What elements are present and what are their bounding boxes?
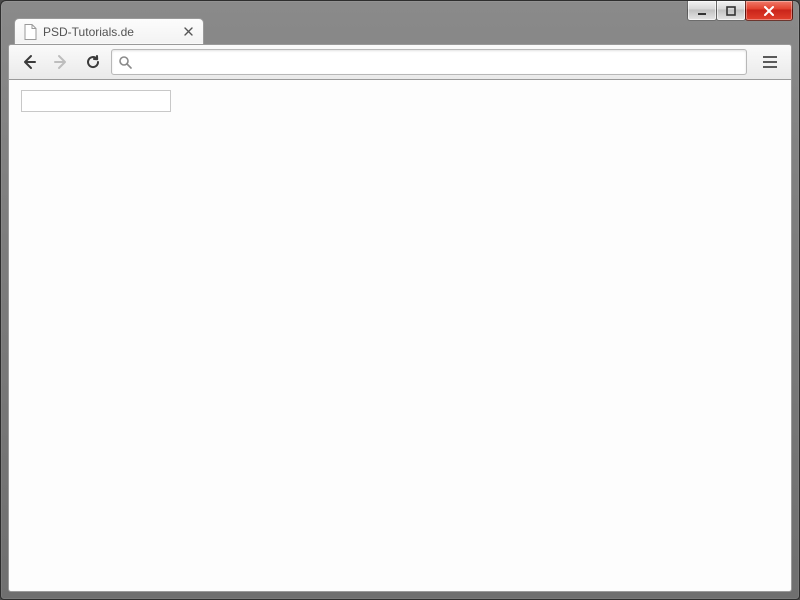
address-input[interactable] [138, 55, 740, 70]
tab-close-button[interactable] [181, 25, 195, 39]
tab-title: PSD-Tutorials.de [43, 25, 175, 39]
back-button[interactable] [15, 48, 43, 76]
reload-icon [85, 54, 101, 70]
maximize-icon [726, 6, 736, 16]
tab-active[interactable]: PSD-Tutorials.de [14, 18, 204, 44]
hamburger-icon [762, 55, 778, 69]
menu-button[interactable] [755, 48, 785, 76]
forward-button[interactable] [47, 48, 75, 76]
minimize-icon [697, 6, 707, 16]
toolbar [8, 44, 792, 80]
tab-strip: PSD-Tutorials.de [8, 18, 792, 44]
browser-window: PSD-Tutorials.de [0, 0, 800, 600]
page-text-input[interactable] [21, 90, 171, 112]
close-icon [763, 6, 775, 16]
close-icon [184, 27, 193, 36]
search-icon [118, 55, 132, 69]
address-bar[interactable] [111, 49, 747, 75]
reload-button[interactable] [79, 48, 107, 76]
page-viewport [8, 80, 792, 592]
arrow-left-icon [20, 53, 38, 71]
file-icon [23, 24, 37, 40]
arrow-right-icon [52, 53, 70, 71]
